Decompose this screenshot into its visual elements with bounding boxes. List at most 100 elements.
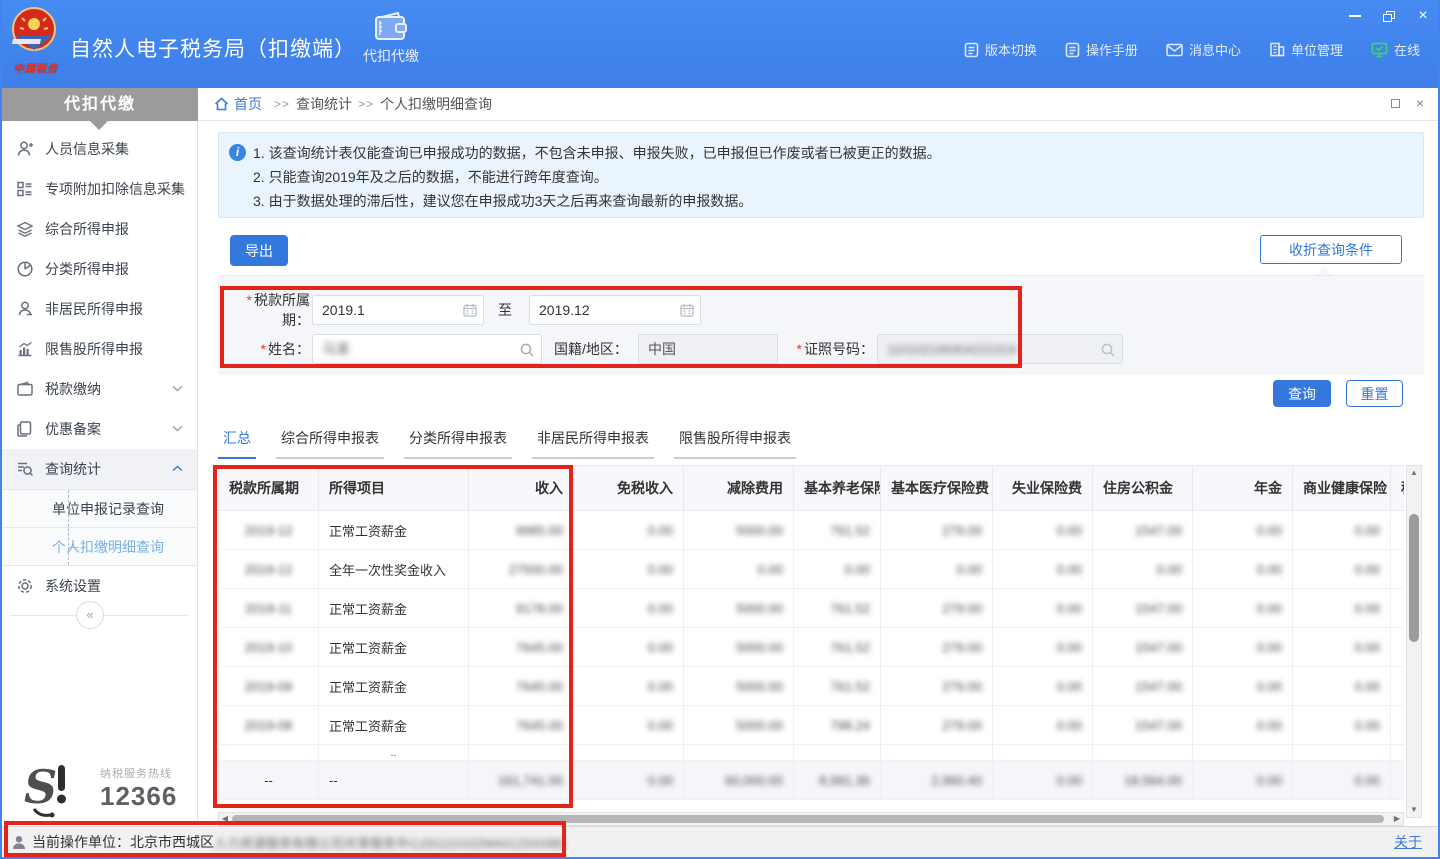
table-cell: 2,960.40: [881, 761, 993, 800]
submenu-tick: [68, 509, 78, 510]
id-label: 证照号码：: [804, 341, 874, 357]
scroll-left-arrow[interactable]: ◀: [219, 813, 231, 825]
sidebar-item-personnel-info[interactable]: 人员信息采集: [2, 129, 197, 169]
table-cell: 18,564.00: [1093, 761, 1193, 800]
sidebar-item-comprehensive-income[interactable]: 综合所得申报: [2, 209, 197, 249]
period-from-input[interactable]: 2019.1: [312, 295, 484, 325]
table-row[interactable]: 2019-12正常工资薪金9985.000.005000.00761.52279…: [219, 511, 1405, 550]
sidebar: 人员信息采集 专项附加扣除信息采集 综合所得申报 分类所得申报: [2, 121, 198, 826]
tab-nonresident[interactable]: 非居民所得申报表: [532, 428, 654, 459]
column-header: 基本养老保险费: [794, 466, 881, 511]
tab-restricted-stock[interactable]: 限售股所得申报表: [674, 428, 796, 459]
table-cell: 279.00: [881, 511, 993, 550]
sidebar-item-query-statistics[interactable]: 查询统计: [2, 449, 197, 489]
sidebar-item-preferential-filing[interactable]: 优惠备案: [2, 409, 197, 449]
nav-version-switch[interactable]: 版本切换: [964, 40, 1037, 59]
table-row[interactable]: 2019-12全年一次性奖金收入27500.000.000.000.000.00…: [219, 550, 1405, 589]
table-row[interactable]: 2019-11正常工资薪金9178.000.005000.00761.52279…: [219, 589, 1405, 628]
sidebar-subitem-personal-withholding-query[interactable]: 个人扣缴明细查询: [2, 528, 197, 566]
column-header: 住房公积金: [1093, 466, 1193, 511]
vertical-scroll-thumb[interactable]: [1409, 514, 1419, 642]
table-cell: 1547.00: [1093, 589, 1193, 628]
breadcrumb-level2: 个人扣缴明细查询: [380, 94, 492, 114]
name-input[interactable]: 马某: [312, 334, 542, 364]
region-value: 中国: [648, 339, 676, 359]
vertical-scrollbar[interactable]: ▲ ▼: [1406, 465, 1422, 818]
gear-icon: [16, 577, 34, 595]
layers-icon: [16, 220, 34, 238]
panel-controls: ×: [1391, 96, 1424, 110]
sidebar-subitem-unit-declaration-query[interactable]: 单位申报记录查询: [2, 490, 197, 528]
notice-line: 3. 由于数据处理的滞后性，建议您在申报成功3天之后再来查询最新的申报数据。: [253, 189, 1411, 213]
table-row[interactable]: 2019-09正常工资薪金7645.000.005000.00761.52279…: [219, 667, 1405, 706]
table-cell: [794, 745, 881, 761]
table-cell: 279.00: [881, 667, 993, 706]
about-link[interactable]: 关于: [1394, 832, 1422, 852]
tab-comprehensive[interactable]: 综合所得申报表: [276, 428, 384, 459]
sidebar-item-nonresident-income[interactable]: 非居民所得申报: [2, 289, 197, 329]
tax-emblem-logo: 中国税务: [10, 6, 62, 82]
nav-message-center[interactable]: 消息中心: [1166, 40, 1241, 59]
table-cell: 0.00: [1193, 550, 1293, 589]
sidebar-collapse-button[interactable]: «: [76, 601, 104, 629]
table-cell: 761.52: [794, 511, 881, 550]
horizontal-scrollbar[interactable]: ◀ ▶: [218, 812, 1404, 826]
panel-maximize-button[interactable]: [1391, 99, 1400, 108]
table-cell: 5000.00: [684, 589, 794, 628]
sidebar-item-system-settings[interactable]: 系统设置: [2, 566, 197, 606]
table-cell: 0.00: [1293, 550, 1391, 589]
table-cell: 正常工资薪金: [319, 628, 469, 667]
search-icon[interactable]: [519, 342, 535, 358]
wallet-folder-icon: [16, 380, 34, 398]
table-cell: 761.52: [794, 667, 881, 706]
table-cell: 7645.00: [469, 667, 574, 706]
table-cell: 279.00: [881, 706, 993, 745]
scroll-up-arrow[interactable]: ▲: [1407, 466, 1421, 480]
table-cell: 1547.00: [1093, 667, 1193, 706]
table-cell: --: [219, 761, 319, 800]
nav-unit-management[interactable]: 单位管理: [1269, 40, 1343, 59]
table-cell: 9985.00: [469, 511, 574, 550]
sidebar-item-restricted-stock[interactable]: 限售股所得申报: [2, 329, 197, 369]
sidebar-item-tax-payment[interactable]: 税款缴纳: [2, 369, 197, 409]
panel-close-button[interactable]: ×: [1416, 96, 1424, 110]
table-row[interactable]: 2019-08正常工资薪金7645.000.005000.00798.24279…: [219, 706, 1405, 745]
sidebar-item-label: 人员信息采集: [45, 139, 129, 159]
scroll-right-arrow[interactable]: ▶: [1391, 813, 1403, 825]
reset-button[interactable]: 重置: [1346, 380, 1403, 407]
nav-manual[interactable]: 操作手册: [1065, 40, 1138, 59]
close-button[interactable]: ×: [1414, 7, 1432, 25]
minimize-button[interactable]: [1346, 7, 1364, 25]
table-cell: 0.00: [993, 511, 1093, 550]
nav-online-status[interactable]: 在线: [1371, 40, 1420, 59]
restore-button[interactable]: [1380, 7, 1398, 25]
table-cell: 正常工资薪金: [319, 706, 469, 745]
sidebar-item-special-deduction[interactable]: 专项附加扣除信息采集: [2, 169, 197, 209]
table-cell: 761.52: [794, 628, 881, 667]
export-button[interactable]: 导出: [230, 235, 288, 266]
current-unit-blurred: 人力资源服务有限公司共享服务中心(91110102MA01234X88): [214, 833, 565, 852]
horizontal-scroll-thumb[interactable]: [232, 815, 1384, 823]
sidebar-item-classified-income[interactable]: 分类所得申报: [2, 249, 197, 289]
calendar-icon[interactable]: [463, 303, 477, 317]
table-row[interactable]: 2019-10正常工资薪金7645.000.005000.00761.52279…: [219, 628, 1405, 667]
tab-summary[interactable]: 汇总: [218, 428, 256, 459]
breadcrumb-home[interactable]: 首页: [234, 94, 262, 114]
column-header: 税款所属期: [219, 466, 319, 511]
collapse-query-button[interactable]: 收折查询条件: [1260, 235, 1402, 264]
region-label: 国籍/地区：: [554, 339, 628, 359]
period-to-input[interactable]: 2019.12: [529, 295, 701, 325]
required-mark: *: [797, 341, 802, 357]
module-tab-daikoudaijiao[interactable]: 代扣代缴: [348, 12, 434, 76]
table-cell: 5000.00: [684, 511, 794, 550]
tab-classified[interactable]: 分类所得申报表: [404, 428, 512, 459]
calendar-icon[interactable]: [680, 303, 694, 317]
column-header: 失业保险费: [993, 466, 1093, 511]
hotline-number: 12366: [100, 781, 177, 812]
table-cell: 0.00: [684, 550, 794, 589]
scroll-down-arrow[interactable]: ▼: [1407, 803, 1421, 817]
table-cell: [1293, 745, 1391, 761]
table-cell: 60,000.00: [684, 761, 794, 800]
table-cell: 0.00: [993, 628, 1093, 667]
query-button[interactable]: 查询: [1273, 380, 1331, 407]
